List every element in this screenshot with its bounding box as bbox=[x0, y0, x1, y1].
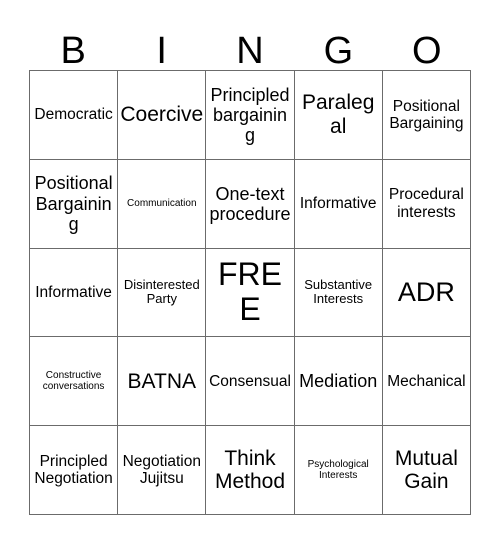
bingo-cell[interactable]: Principled Negotiation bbox=[30, 426, 119, 515]
bingo-cell-label: Mechanical bbox=[387, 372, 466, 390]
bingo-cell-label: Informative bbox=[35, 283, 112, 301]
bingo-card: B I N G O Democratic Coercive Principled b… bbox=[0, 0, 500, 544]
bingo-cell[interactable]: Negotiation Jujitsu bbox=[118, 426, 207, 515]
bingo-cell[interactable]: Coercive bbox=[118, 71, 207, 160]
bingo-cell-label: Procedural interests bbox=[388, 186, 464, 221]
bingo-cell[interactable]: Positional Bargaining bbox=[382, 71, 471, 160]
bingo-cell-label: ADR bbox=[397, 277, 455, 308]
bingo-cell-label: Informative bbox=[299, 195, 377, 213]
bingo-cell[interactable]: Constructive conversations bbox=[30, 337, 119, 427]
bingo-cell-label: Paralegal bbox=[302, 91, 375, 138]
bingo-cell-label: Principled bargaining bbox=[210, 84, 290, 145]
bingo-cell[interactable]: Disinterested Party bbox=[118, 248, 207, 338]
bingo-cell[interactable]: Substantive Interests bbox=[294, 248, 383, 338]
bingo-cell-label: Communication bbox=[127, 198, 197, 210]
bingo-cell[interactable]: One-text procedure bbox=[206, 159, 295, 249]
bingo-cell[interactable]: Mediation bbox=[294, 337, 383, 427]
bingo-cell-label: One-text procedure bbox=[209, 183, 291, 224]
bingo-cell[interactable]: Democratic bbox=[30, 71, 119, 160]
bingo-cell[interactable]: BATNA bbox=[118, 337, 207, 427]
header-letter-n: N bbox=[236, 30, 264, 72]
bingo-cell[interactable]: Principled bargaining bbox=[206, 71, 295, 160]
bingo-cell[interactable]: Mechanical bbox=[382, 337, 471, 427]
bingo-cell[interactable]: Consensual bbox=[206, 337, 295, 427]
bingo-cell[interactable]: Positional Bargaining bbox=[30, 159, 119, 249]
bingo-cell[interactable]: Psychological Interests bbox=[294, 426, 383, 515]
bingo-cell-label: Consensual bbox=[209, 372, 291, 390]
header-letter-g: G bbox=[323, 30, 354, 72]
bingo-cell-label: FREE bbox=[217, 255, 282, 328]
bingo-cell-label: Mediation bbox=[299, 371, 378, 392]
bingo-cell-label: Democratic bbox=[34, 106, 113, 124]
bingo-cell[interactable]: Informative bbox=[294, 159, 383, 249]
bingo-cell-label: Psychological Interests bbox=[307, 458, 369, 482]
bingo-cell-label: Positional Bargaining bbox=[34, 173, 113, 234]
header-letter-b: B bbox=[60, 30, 86, 72]
bingo-cell[interactable]: Paralegal bbox=[294, 71, 383, 160]
bingo-cell-label: Disinterested Party bbox=[123, 276, 200, 307]
bingo-cell-label: Think Method bbox=[214, 446, 286, 494]
bingo-grid: Democratic Coercive Principled bargaining P… bbox=[29, 70, 471, 515]
bingo-cell[interactable]: Procedural interests bbox=[382, 159, 471, 249]
bingo-cell[interactable]: Communication bbox=[118, 159, 207, 249]
header-letter-i: I bbox=[156, 30, 167, 72]
bingo-cell-label: Negotiation Jujitsu bbox=[122, 452, 201, 488]
bingo-cell[interactable]: ADR bbox=[382, 248, 471, 338]
bingo-cell-label: Principled Negotiation bbox=[34, 452, 113, 488]
bingo-cell-label: Coercive bbox=[120, 103, 204, 127]
bingo-cell-free[interactable]: FREE bbox=[206, 248, 295, 338]
header-letter-o: O bbox=[412, 30, 442, 72]
bingo-header: B I N G O bbox=[29, 22, 471, 70]
bingo-cell[interactable]: Think Method bbox=[206, 426, 295, 515]
bingo-cell-label: Mutual Gain bbox=[394, 446, 458, 494]
bingo-cell-label: Substantive Interests bbox=[304, 276, 373, 307]
bingo-cell[interactable]: Mutual Gain bbox=[382, 426, 471, 515]
bingo-cell-label: Positional Bargaining bbox=[389, 97, 464, 132]
bingo-cell-label: Constructive conversations bbox=[42, 370, 105, 393]
bingo-cell[interactable]: Informative bbox=[30, 248, 119, 338]
bingo-cell-label: BATNA bbox=[127, 369, 197, 393]
